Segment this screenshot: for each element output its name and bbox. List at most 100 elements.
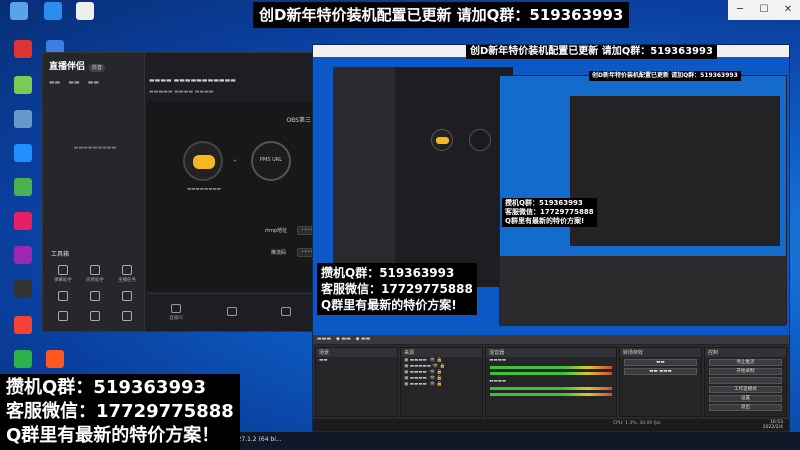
close-button[interactable]: ✕ <box>776 0 800 20</box>
banner-line: 客服微信：17729775888 <box>321 282 473 296</box>
transition-select[interactable]: ▬▬ <box>623 359 697 366</box>
panel-header: 场景 <box>316 348 398 357</box>
tool-item[interactable] <box>111 291 143 303</box>
minimize-button[interactable]: ─ <box>728 0 752 20</box>
banner-line: 攒机Q群：519363993 <box>321 266 455 280</box>
tools-grid: 弹幕助手 房管助手 主播任务 <box>47 265 143 323</box>
desktop-icon[interactable] <box>6 212 40 232</box>
settings-button[interactable]: 设置 <box>708 395 783 402</box>
tool-label: 主播任务 <box>118 278 136 283</box>
desktop-icon[interactable] <box>2 2 36 22</box>
plus-icon: + <box>233 159 237 164</box>
app-icon <box>14 280 32 298</box>
tool-item[interactable] <box>47 291 79 303</box>
desktop-icon[interactable] <box>6 280 40 300</box>
tool-item[interactable] <box>47 311 79 323</box>
desktop-icon[interactable] <box>6 316 40 336</box>
file-icon <box>76 2 94 20</box>
app-bottom-bar: 直播间 <box>147 293 313 331</box>
duration-input[interactable]: ▬▬ ▬▬▬ <box>623 368 697 375</box>
tool-item[interactable]: 弹幕助手 <box>47 265 79 283</box>
camera-icon <box>436 137 449 144</box>
bottom-tool[interactable] <box>280 307 291 318</box>
desktop-icon[interactable] <box>6 76 40 96</box>
computer-icon <box>10 2 28 20</box>
tool-item[interactable]: 主播任务 <box>111 265 143 283</box>
virtual-camera-button[interactable] <box>708 377 783 384</box>
clock-date: 2022/2/4 <box>762 425 783 430</box>
tab[interactable]: ▬▬ <box>88 79 99 86</box>
scene-row[interactable]: ▬▬ <box>316 357 397 363</box>
desktop-icon[interactable] <box>6 110 40 130</box>
tool-icon <box>122 311 132 321</box>
bottom-tool[interactable]: 直播间 <box>169 304 183 321</box>
tool-label: 房管助手 <box>86 278 104 283</box>
desktop-icon[interactable] <box>6 40 40 60</box>
desktop-icon[interactable] <box>6 178 40 198</box>
audio-meter[interactable] <box>490 393 612 396</box>
captured-circle <box>431 129 453 151</box>
obs-sources-panel[interactable]: 来源 ▣ ▬▬▬▬ 👁 🔒 ▣ ▬▬▬▬▬ 👁 🔒 ▣ ▬▬▬▬ 👁 🔒 ▣ ▬… <box>400 347 484 417</box>
app-logo-text: 直播伴侣 <box>49 62 86 72</box>
stage-caption: ▬▬▬▬▬▬▬▬ <box>187 187 222 192</box>
tool-item[interactable] <box>79 311 111 323</box>
tool-icon <box>90 265 100 275</box>
desktop-icon[interactable] <box>36 2 70 22</box>
rtmp-label: rtmp地址 <box>265 228 288 234</box>
obs-controls-panel[interactable]: 控制 停止推流 开始录制 工作室模式 设置 退出 <box>703 347 788 417</box>
start-recording-button[interactable]: 开始录制 <box>708 368 783 375</box>
captured-circle <box>469 129 491 151</box>
tool-icon <box>58 265 68 275</box>
desktop-icon[interactable] <box>38 350 72 370</box>
panel-header: 转场特效 <box>619 348 701 357</box>
tool-icon <box>58 311 68 321</box>
tool-item[interactable]: 房管助手 <box>79 265 111 283</box>
desktop-icon[interactable] <box>68 2 102 22</box>
captured-taskbar: CPU: 1.3%, 30.00 fps 16:53 2022/2/4 <box>313 419 789 431</box>
banner-line: 客服微信：17729775888 <box>505 208 594 216</box>
nested-top-banner: 创D新年特价装机配置已更新 请加Q群：519363993 <box>466 45 717 59</box>
audio-meter[interactable] <box>490 387 612 390</box>
obs-panes: 场景 ▬▬ 来源 ▣ ▬▬▬▬ 👁 🔒 ▣ ▬▬▬▬▬ 👁 🔒 ▣ ▬▬▬▬ 👁 … <box>315 347 788 417</box>
obs-mixer-panel[interactable]: 混音器 ▬▬▬▬ ▬▬▬▬ <box>485 347 617 417</box>
audio-meter[interactable] <box>490 366 612 369</box>
maximize-button[interactable]: ☐ <box>752 0 776 20</box>
live-companion-window: 直播伴侣 抖音 ▬▬ ▬▬ ▬▬ ▬▬▬▬▬▬▬▬▬ 工具箱 弹幕助手 房管助手 主播… <box>42 52 347 332</box>
tab[interactable]: ▬▬ <box>49 79 60 86</box>
bottom-tool[interactable] <box>226 307 237 318</box>
obs-toolbar: ▬▬▬ ◆ ▬▬ ◆ ▬▬ <box>313 335 789 345</box>
desktop-icon[interactable] <box>6 246 40 266</box>
tool-icon <box>122 291 132 301</box>
captured-sidebar <box>333 67 395 287</box>
audio-meter[interactable] <box>490 372 612 375</box>
app-logo: 直播伴侣 抖音 <box>49 59 106 72</box>
tab[interactable]: ▬▬ <box>68 79 79 86</box>
stop-streaming-button[interactable]: 停止推流 <box>708 359 783 366</box>
pms-url-circle[interactable]: PMS URL <box>251 141 291 181</box>
obs-studio: ▬▬▬ ◆ ▬▬ ◆ ▬▬ 场景 ▬▬ 来源 ▣ ▬▬▬▬ 👁 🔒 ▣ ▬▬▬▬▬… <box>313 335 789 419</box>
banner-line: Q群里有最新的特价方案! <box>505 217 585 225</box>
captured-obs-panels <box>500 256 786 326</box>
obs-scenes-panel[interactable]: 场景 ▬▬ <box>315 347 399 417</box>
desktop-icon[interactable] <box>6 144 40 164</box>
tool-item[interactable] <box>79 291 111 303</box>
top-banner: 创D新年特价装机配置已更新 请加Q群：519363993 <box>253 2 630 28</box>
app-icon <box>46 350 64 368</box>
window-controls: ─ ☐ ✕ <box>728 0 800 20</box>
studio-mode-button[interactable]: 工作室模式 <box>708 386 783 393</box>
source-row[interactable]: ▣ ▬▬▬▬ 👁 🔒 <box>401 381 482 387</box>
captured-clock: 16:53 2022/2/4 <box>763 420 783 430</box>
tool-icon <box>280 307 291 316</box>
stream-stage: OBS第三 ▬▬▬▬▬▬▬▬ + PMS URL rtmp地址 ••••••••… <box>147 101 347 291</box>
banner-line: Q群里有最新的特价方案! <box>321 298 457 312</box>
live-source-circle[interactable] <box>183 141 223 181</box>
tool-icon <box>58 291 68 301</box>
desktop-icon[interactable] <box>6 350 40 370</box>
mixer-track-label: ▬▬▬▬ <box>489 378 507 384</box>
mixer-track-label: ▬▬▬▬ <box>489 357 507 363</box>
exit-button[interactable]: 退出 <box>708 404 783 411</box>
banner-line: 客服微信：17729775888 <box>6 401 234 422</box>
browser-icon <box>14 178 32 196</box>
obs-transitions-panel[interactable]: 转场特效 ▬▬ ▬▬ ▬▬▬ <box>618 347 702 417</box>
tool-item[interactable] <box>111 311 143 323</box>
